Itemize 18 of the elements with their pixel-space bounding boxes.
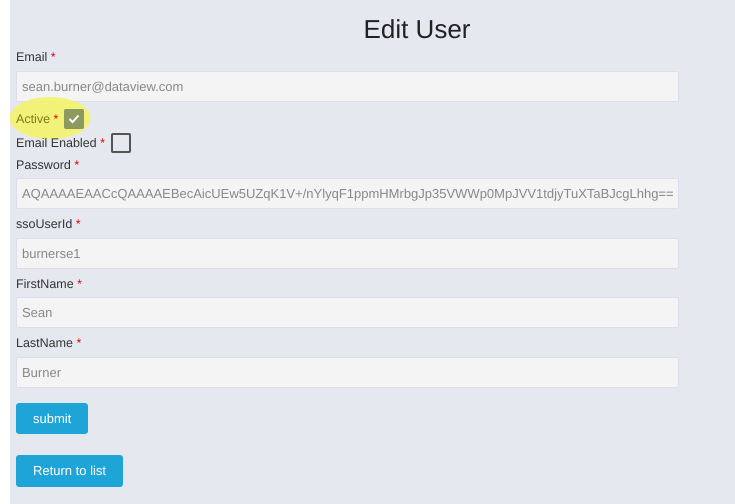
check-icon: [68, 114, 80, 124]
field-label: ssoUserId *: [16, 216, 81, 232]
field-label: LastName *: [16, 335, 82, 352]
field-label: Email Enabled *: [16, 134, 105, 151]
input-field[interactable]: burnerse1: [16, 238, 679, 269]
input-field[interactable]: sean.burner@dataview.com: [16, 70, 679, 102]
checkbox[interactable]: [64, 108, 84, 129]
button[interactable]: Return to list: [16, 455, 123, 487]
page-title: Edit User: [362, 14, 472, 46]
checkbox[interactable]: [110, 132, 131, 153]
field-label: Active *: [16, 110, 58, 127]
input-field[interactable]: Sean: [16, 297, 679, 328]
button[interactable]: submit: [16, 402, 88, 434]
field-label: Password *: [16, 156, 80, 173]
field-label: FirstName *: [16, 276, 82, 292]
input-field[interactable]: Burner: [16, 356, 679, 388]
field-label: Email *: [16, 49, 56, 66]
input-field[interactable]: AQAAAAEAACcQAAAAEBecAicUEw5UZqK1V+/nYlyqF1ppmHMrbgJp35VWWp0MpJVV1tdjyTuXTaBJcgLhhg==: [16, 178, 679, 210]
